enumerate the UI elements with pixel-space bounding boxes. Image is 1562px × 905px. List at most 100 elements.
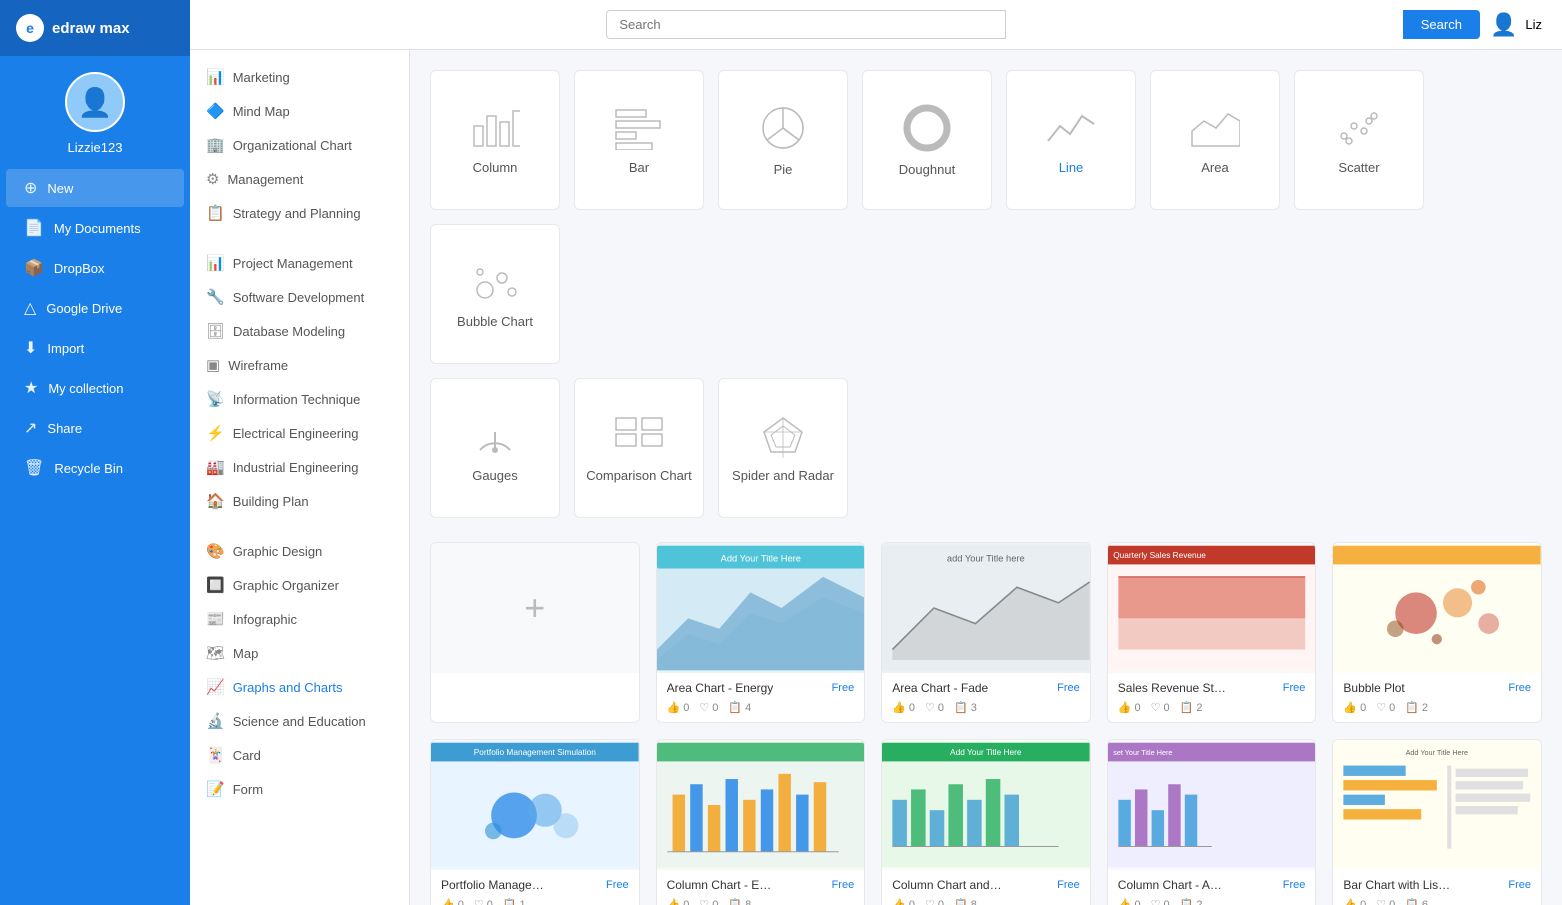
sidebar-item-dropbox[interactable]: 📦 DropBox xyxy=(6,249,184,287)
sidebar-item-recycle-bin-label: Recycle Bin xyxy=(54,461,123,476)
scatter-chart-icon xyxy=(1334,106,1384,150)
main-content: 📊 Marketing 🔷 Mind Map 🏢 Organizational … xyxy=(190,50,1562,905)
template-card-bubble-plot[interactable]: Bubble Plot Free 👍 0 ♡ 0 📋 2 xyxy=(1332,542,1542,723)
middle-nav-map[interactable]: 🗺 Map xyxy=(190,636,409,670)
template-badge-fade: Free xyxy=(1057,682,1080,694)
template-title-row: Area Chart - Energy Free xyxy=(667,681,855,695)
template-title-col-li: Column Chart and Li... xyxy=(892,878,1002,892)
chart-type-area[interactable]: Area xyxy=(1150,70,1280,210)
middle-nav-card[interactable]: 🃏 Card xyxy=(190,738,409,772)
template-card-bar-list[interactable]: Add Your Title Here xyxy=(1332,739,1542,905)
template-card-column-li[interactable]: Add Your Title Here xyxy=(881,739,1091,905)
middle-nav-electrical[interactable]: ⚡ Electrical Engineering xyxy=(190,416,409,450)
doughnut-chart-icon xyxy=(903,104,951,152)
sidebar-item-new[interactable]: ⊕ New xyxy=(6,169,184,207)
chart-type-scatter[interactable]: Scatter xyxy=(1294,70,1424,210)
template-card-portfolio[interactable]: Portfolio Management Simulation Portfoli… xyxy=(430,739,640,905)
comparison-label: Comparison Chart xyxy=(586,468,692,483)
middle-nav-management[interactable]: ⚙ Management xyxy=(190,162,409,196)
middle-nav-infographic[interactable]: 📰 Infographic xyxy=(190,602,409,636)
chart-type-comparison[interactable]: Comparison Chart xyxy=(574,378,704,518)
template-title-bubble: Bubble Plot xyxy=(1343,681,1404,695)
chart-type-row-2: Gauges Comparison Chart xyxy=(430,378,1542,518)
middle-nav-graphic-organizer[interactable]: 🔲 Graphic Organizer xyxy=(190,568,409,602)
template-card-column-autu[interactable]: set Your Title Here Column Chart - Autu.… xyxy=(1107,739,1317,905)
svg-text:add Your Title here: add Your Title here xyxy=(947,553,1025,563)
user-avatar-icon: 👤 xyxy=(1490,12,1517,38)
logo-text: edraw max xyxy=(52,20,130,37)
search-input[interactable] xyxy=(606,10,1006,39)
template-card-area-fade[interactable]: add Your Title here Area Chart - Fade Fr… xyxy=(881,542,1091,723)
template-card-column-energy[interactable]: Column Chart - Energy Free 👍 0 ♡ 0 📋 8 xyxy=(656,739,866,905)
middle-nav-database[interactable]: 🗄 Database Modeling xyxy=(190,314,409,348)
chart-type-spider[interactable]: Spider and Radar xyxy=(718,378,848,518)
add-icon: + xyxy=(524,587,545,629)
chart-type-bubble[interactable]: Bubble Chart xyxy=(430,224,560,364)
chart-type-doughnut[interactable]: Doughnut xyxy=(862,70,992,210)
strategy-icon: 📋 xyxy=(206,204,225,222)
sidebar-item-google-drive[interactable]: △ Google Drive xyxy=(6,289,184,327)
import-icon: ⬇ xyxy=(24,338,37,358)
line-chart-icon xyxy=(1046,106,1096,150)
stat-likes: 👍 0 xyxy=(667,701,690,714)
search-button[interactable]: Search xyxy=(1403,10,1480,39)
chart-type-line[interactable]: Line xyxy=(1006,70,1136,210)
project-mgmt-icon: 📊 xyxy=(206,254,225,272)
middle-nav-project-mgmt[interactable]: 📊 Project Management xyxy=(190,246,409,280)
middle-nav-info-tech[interactable]: 📡 Information Technique xyxy=(190,382,409,416)
sidebar-item-my-collection[interactable]: ★ My collection xyxy=(6,369,184,407)
template-card-sales-revenue[interactable]: Quarterly Sales Revenue Sales Revenue St… xyxy=(1107,542,1317,723)
middle-nav-graphic-design[interactable]: 🎨 Graphic Design xyxy=(190,534,409,568)
template-info-column-li: Column Chart and Li... Free 👍 0 ♡ 0 📋 8 xyxy=(882,870,1090,905)
sidebar-item-my-documents[interactable]: 📄 My Documents xyxy=(6,209,184,247)
comparison-chart-icon xyxy=(614,414,664,458)
graphic-organizer-icon: 🔲 xyxy=(206,576,225,594)
recycle-bin-icon: 🗑 xyxy=(24,458,44,478)
topbar-right: 👤 Liz xyxy=(1490,12,1542,38)
middle-nav-wireframe[interactable]: ▣ Wireframe xyxy=(190,348,409,382)
my-documents-icon: 📄 xyxy=(24,218,44,238)
template-badge-col-energy: Free xyxy=(832,879,855,891)
sidebar-item-import[interactable]: ⬇ Import xyxy=(6,329,184,367)
industrial-icon: 🏭 xyxy=(206,458,225,476)
bubble-label: Bubble Chart xyxy=(457,314,533,329)
sidebar-item-recycle-bin[interactable]: 🗑 Recycle Bin xyxy=(6,449,184,487)
middle-nav-marketing[interactable]: 📊 Marketing xyxy=(190,60,409,94)
template-card-new[interactable]: + xyxy=(430,542,640,723)
middle-nav-industrial[interactable]: 🏭 Industrial Engineering xyxy=(190,450,409,484)
chart-type-gauges[interactable]: Gauges xyxy=(430,378,560,518)
middle-nav-software-dev[interactable]: 🔧 Software Development xyxy=(190,280,409,314)
sidebar-item-my-collection-label: My collection xyxy=(48,381,123,396)
svg-text:Add Your Title Here: Add Your Title Here xyxy=(1406,748,1468,757)
chart-type-pie[interactable]: Pie xyxy=(718,70,848,210)
software-dev-icon: 🔧 xyxy=(206,288,225,306)
template-card-area-energy[interactable]: Add Your Title Here Area Chart - Energy … xyxy=(656,542,866,723)
middle-nav-form[interactable]: 📝 Form xyxy=(190,772,409,806)
middle-nav-org-chart[interactable]: 🏢 Organizational Chart xyxy=(190,128,409,162)
templates-grid: + Add Your Title Here xyxy=(430,542,1542,905)
middle-nav-science[interactable]: 🔬 Science and Education xyxy=(190,704,409,738)
sidebar-item-google-drive-label: Google Drive xyxy=(46,301,122,316)
sidebar-item-share[interactable]: ↗ Share xyxy=(6,409,184,447)
chart-type-bar[interactable]: Bar xyxy=(574,70,704,210)
topbar: Search 👤 Liz xyxy=(190,0,1562,50)
middle-nav-graphs-charts[interactable]: 📈 Graphs and Charts xyxy=(190,670,409,704)
org-chart-icon: 🏢 xyxy=(206,136,225,154)
template-title-col-energy: Column Chart - Energy xyxy=(667,878,777,892)
spider-label: Spider and Radar xyxy=(732,468,834,483)
middle-nav-strategy[interactable]: 📋 Strategy and Planning xyxy=(190,196,409,230)
right-area: Search 👤 Liz 📊 Marketing 🔷 Mind Map 🏢 Or… xyxy=(190,0,1562,905)
form-icon: 📝 xyxy=(206,780,225,798)
template-badge-col-li: Free xyxy=(1057,879,1080,891)
bubble-plot-svg xyxy=(1333,543,1541,673)
middle-nav-mind-map[interactable]: 🔷 Mind Map xyxy=(190,94,409,128)
svg-text:Add Your Title Here: Add Your Title Here xyxy=(720,553,800,563)
gauges-icon xyxy=(470,414,520,458)
middle-nav-building-plan[interactable]: 🏠 Building Plan xyxy=(190,484,409,518)
template-title-bar-list: Bar Chart with List-P... xyxy=(1343,878,1453,892)
sidebar-item-new-label: New xyxy=(47,181,73,196)
area-label: Area xyxy=(1201,160,1228,175)
template-info-column-autu: Column Chart - Autu... Free 👍 0 ♡ 0 📋 2 xyxy=(1108,870,1316,905)
topbar-username: Liz xyxy=(1525,17,1542,32)
chart-type-column[interactable]: Column xyxy=(430,70,560,210)
